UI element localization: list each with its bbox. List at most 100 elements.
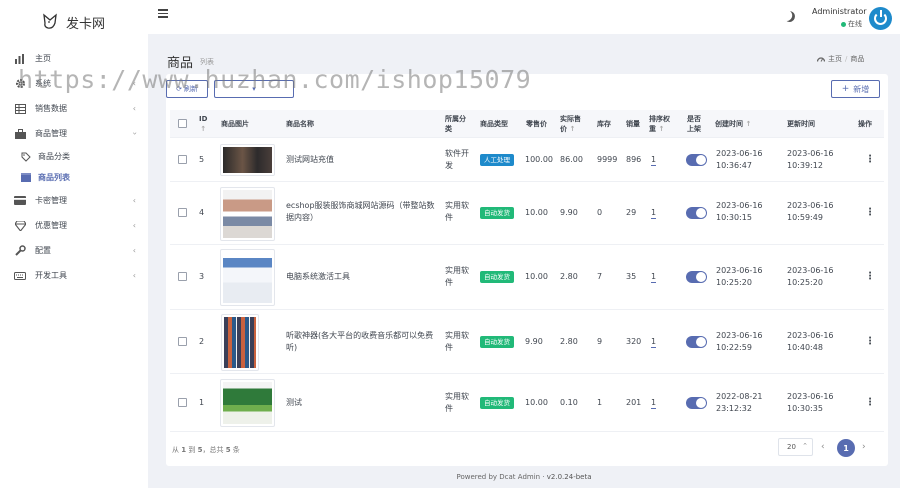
more-actions-icon[interactable]: ⋮	[865, 208, 875, 218]
breadcrumb-separator: /	[845, 55, 848, 63]
cell-stock: 0	[597, 208, 603, 217]
on-shelf-switch[interactable]	[686, 336, 707, 348]
type-badge: 自动发货	[480, 271, 514, 283]
add-button[interactable]: + 新增	[831, 80, 880, 98]
goods-image[interactable]	[220, 144, 275, 176]
row-checkbox[interactable]	[178, 272, 187, 281]
cell-sales: 896	[626, 155, 642, 164]
row-checkbox[interactable]	[178, 155, 187, 164]
sidebar-item-coupon-management[interactable]: 优惠管理 ‹	[0, 213, 148, 238]
pagination-summary: 从 1 到 5，总共 5 条	[172, 445, 240, 455]
on-shelf-switch[interactable]	[686, 154, 707, 166]
logo[interactable]: 发卡网	[0, 0, 148, 44]
type-badge: 人工处理	[480, 154, 514, 166]
avatar[interactable]	[869, 7, 892, 30]
col-label: 创建时间	[715, 120, 743, 128]
cell-category: 软件开发	[445, 149, 469, 170]
watermark-text: https://www.huzhan.com/ishop15079	[18, 65, 532, 94]
footer-version: v2.0.24-beta	[546, 473, 592, 481]
plus-icon: +	[841, 84, 850, 94]
more-actions-icon[interactable]: ⋮	[865, 337, 875, 347]
sidebar-item-goods-management[interactable]: 商品管理 ‹	[0, 121, 148, 146]
type-badge: 自动发货	[480, 207, 514, 219]
next-page-icon[interactable]: ›	[862, 442, 866, 452]
goods-table: ID ↑ 商品图片 商品名称 所属分类 商品类型 零售价 实际售价 ↑ 库存 销量…	[170, 110, 884, 432]
footer-powered-by[interactable]: Powered by Dcat Admin	[456, 473, 540, 481]
sidebar-item-label: 商品管理	[35, 129, 67, 138]
wrench-icon	[14, 245, 26, 257]
sidebar-item-goods-category[interactable]: 商品分类	[0, 146, 148, 167]
sidebar-item-sales-data[interactable]: 销售数据 ‹	[0, 96, 148, 121]
cell-updated: 2023-06-16 10:30:35	[787, 392, 834, 413]
cell-actual-price: 2.80	[560, 337, 578, 346]
sidebar-item-config[interactable]: 配置 ‹	[0, 238, 148, 263]
cell-retail-price: 100.00	[525, 155, 553, 164]
cell-category: 实用软件	[445, 266, 469, 287]
col-sort-weight[interactable]: 排序权重 ↑	[649, 114, 671, 134]
cell-id: 5	[199, 155, 205, 164]
on-shelf-switch[interactable]	[686, 207, 707, 219]
chevron-left-icon: ‹	[132, 196, 136, 205]
prev-page-icon[interactable]: ‹	[821, 442, 825, 452]
more-actions-icon[interactable]: ⋮	[865, 398, 875, 408]
on-shelf-switch[interactable]	[686, 271, 707, 283]
power-icon	[874, 10, 887, 25]
sort-weight-editable[interactable]: 1	[651, 155, 657, 166]
select-all-checkbox[interactable]	[178, 119, 187, 128]
cell-retail-price: 10.00	[525, 272, 548, 281]
row-checkbox[interactable]	[178, 398, 187, 407]
cell-stock: 9	[597, 337, 603, 346]
current-page-button[interactable]: 1	[837, 439, 855, 457]
cell-stock: 7	[597, 272, 603, 281]
goods-image[interactable]	[220, 187, 275, 241]
type-badge: 自动发货	[480, 397, 514, 409]
per-page-select[interactable]: 20 ⌃	[778, 438, 813, 456]
caret-icon: ⌃	[802, 442, 808, 450]
goods-grid-panel: ⟳ 刷新 ▾ + 新增 ID ↑ 商品图片 商品名称 所属分类 商品类型 零售价 实际…	[166, 74, 888, 466]
col-image: 商品图片	[221, 120, 249, 128]
add-button-label: 新增	[853, 84, 870, 94]
table-header: ID ↑ 商品图片 商品名称 所属分类 商品类型 零售价 实际售价 ↑ 库存 销量…	[170, 110, 884, 138]
col-updated: 更新时间	[787, 120, 815, 128]
sidebar-item-goods-list[interactable]: 商品列表	[0, 167, 148, 188]
sort-weight-editable[interactable]: 1	[651, 272, 657, 283]
sidebar-item-dev-tools[interactable]: 开发工具 ‹	[0, 263, 148, 288]
row-checkbox[interactable]	[178, 208, 187, 217]
goods-image[interactable]	[220, 249, 275, 306]
col-actual-price[interactable]: 实际售价 ↑	[560, 114, 584, 134]
summary-from: 1	[181, 446, 187, 454]
goods-image[interactable]	[221, 314, 259, 371]
more-actions-icon[interactable]: ⋮	[865, 272, 875, 282]
sort-icon: ↑	[200, 125, 207, 133]
summary-text: 条	[232, 446, 240, 454]
cell-id: 4	[199, 208, 205, 217]
chevron-left-icon: ‹	[132, 271, 136, 280]
user-name[interactable]: Administrator	[812, 7, 867, 16]
goods-image[interactable]	[220, 379, 275, 427]
dashboard-icon	[816, 55, 826, 64]
per-page-value: 20	[787, 443, 796, 451]
dark-mode-icon[interactable]	[782, 9, 796, 23]
on-shelf-switch[interactable]	[686, 397, 707, 409]
credit-card-icon	[14, 195, 26, 207]
breadcrumb-home[interactable]: 主页	[828, 54, 842, 64]
sort-weight-editable[interactable]: 1	[651, 398, 657, 409]
cell-name: 听歌神器(各大平台的收费音乐都可以免费听)	[286, 331, 434, 352]
chevron-down-icon: ‹	[129, 131, 139, 136]
sidebar-item-card-management[interactable]: 卡密管理 ‹	[0, 188, 148, 213]
more-actions-icon[interactable]: ⋮	[865, 155, 875, 165]
col-created[interactable]: 创建时间 ↑	[715, 119, 751, 129]
cell-created: 2023-06-16 10:30:15	[716, 201, 763, 222]
sort-weight-editable[interactable]: 1	[651, 208, 657, 219]
tags-icon	[20, 151, 32, 163]
type-badge: 自动发货	[480, 336, 514, 348]
cell-category: 实用软件	[445, 201, 469, 222]
row-checkbox[interactable]	[178, 337, 187, 346]
sort-weight-editable[interactable]: 1	[651, 337, 657, 348]
col-id[interactable]: ID ↑	[199, 114, 207, 134]
cell-updated: 2023-06-16 10:25:20	[787, 266, 834, 287]
sort-icon: ↑	[569, 125, 576, 133]
footer: Powered by Dcat Admin · v2.0.24-beta	[456, 473, 592, 481]
cell-retail-price: 10.00	[525, 208, 548, 217]
menu-toggle-icon[interactable]	[158, 9, 168, 18]
